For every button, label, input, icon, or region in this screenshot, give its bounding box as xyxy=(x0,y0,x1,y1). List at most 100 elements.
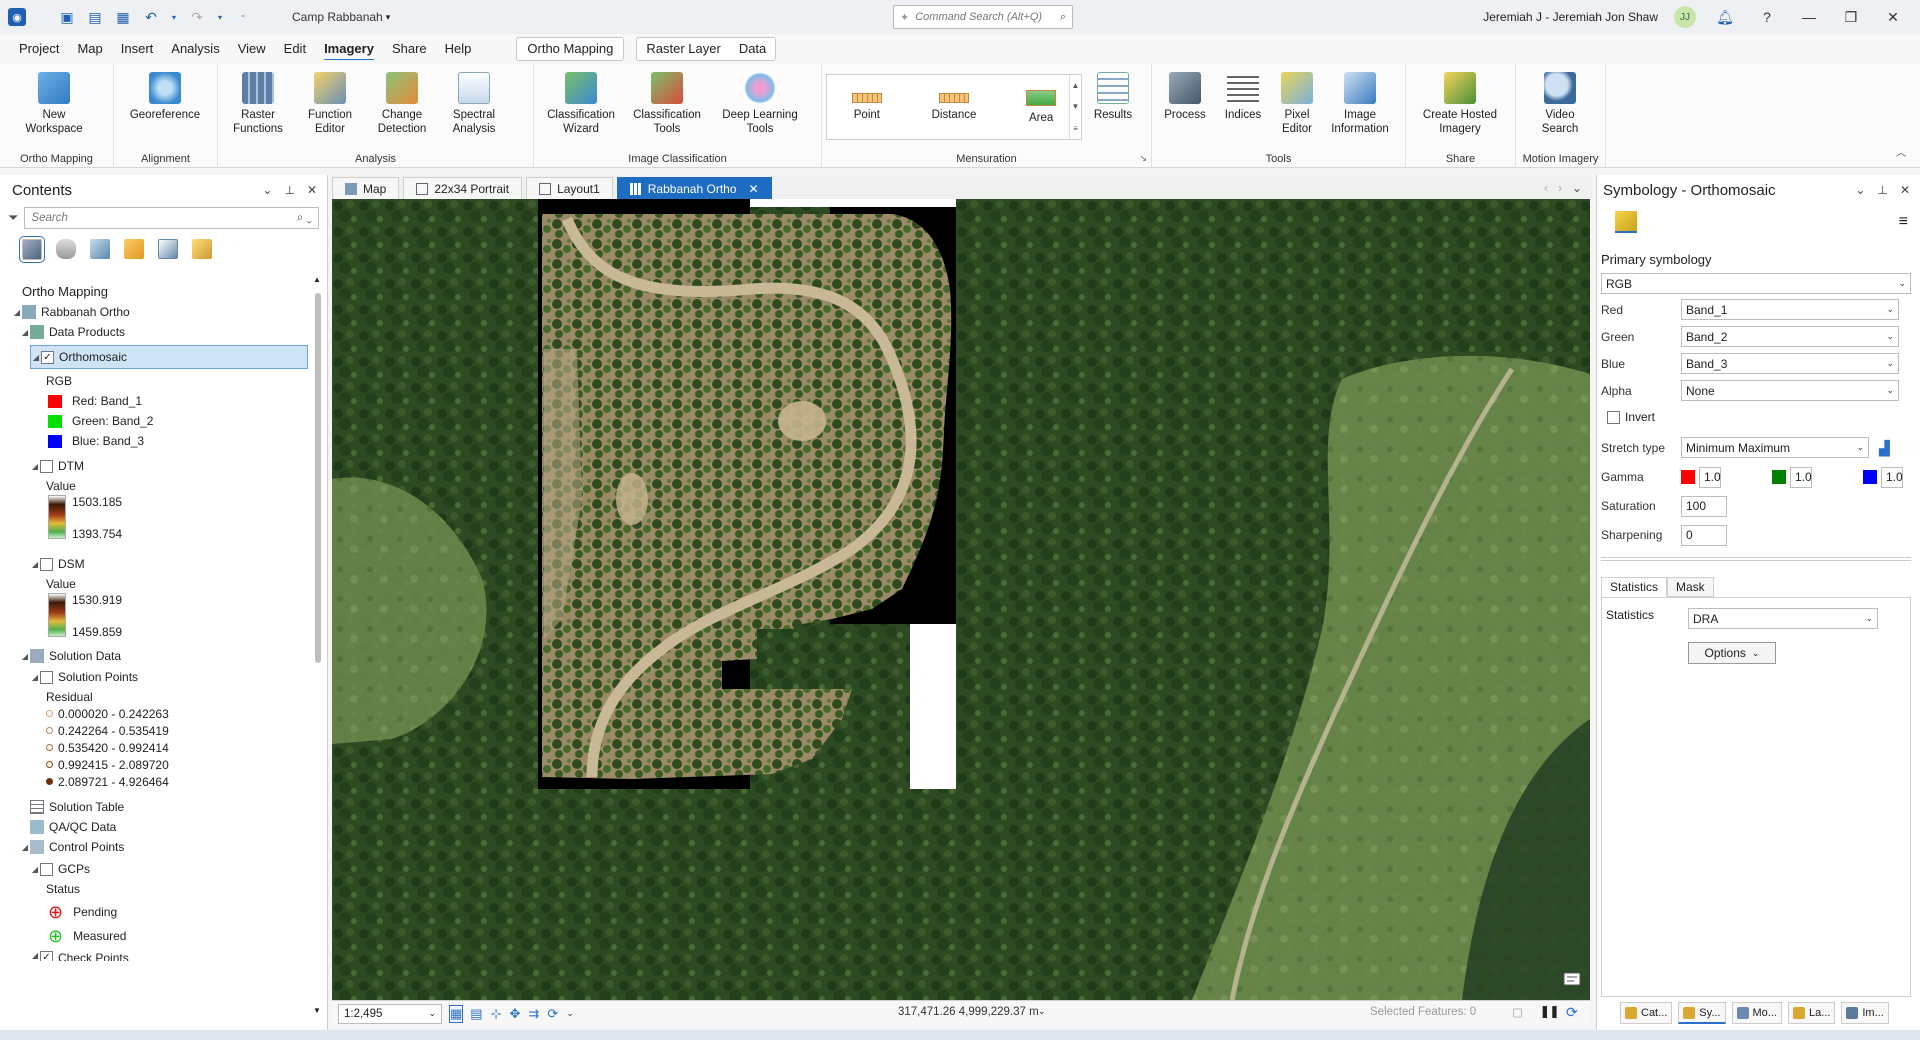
solution-points-checkbox[interactable] xyxy=(40,670,53,684)
help-icon[interactable]: ? xyxy=(1754,9,1780,25)
tab-right-icon[interactable]: › xyxy=(1558,181,1562,195)
saturation-input[interactable]: 100 xyxy=(1681,495,1727,517)
measure-area-button[interactable]: Area xyxy=(1026,90,1057,124)
primary-symbology-tab-icon[interactable] xyxy=(1615,211,1637,233)
scroll-up-icon[interactable]: ▲ xyxy=(1072,81,1080,90)
collapse-icon[interactable]: ◢ xyxy=(30,951,40,960)
tab-map[interactable]: Map xyxy=(68,34,111,64)
grid-toggle-icon[interactable]: ▦ xyxy=(448,1004,464,1023)
tree-item-qaqc[interactable]: QA/QC Data xyxy=(30,817,116,837)
collapse-icon[interactable]: ◢ xyxy=(20,843,30,852)
image-pane-tab[interactable]: Im... xyxy=(1841,1002,1889,1024)
refresh-icon[interactable]: ⟳ xyxy=(1566,1004,1578,1021)
scroll-down-icon[interactable]: ▼ xyxy=(313,1006,321,1015)
gcps-checkbox[interactable] xyxy=(40,862,53,876)
app-logo-icon[interactable]: ◉ xyxy=(8,8,26,26)
map-tips-icon[interactable] xyxy=(1563,972,1581,986)
clear-selection-icon[interactable]: ▢ xyxy=(1512,1005,1523,1019)
green-band-select[interactable]: Band_2 ⌄ xyxy=(1681,326,1899,347)
project-name[interactable]: Camp Rabbanah xyxy=(292,10,383,24)
new-project-icon[interactable]: ▣ xyxy=(58,8,76,26)
stretch-type-select[interactable]: Minimum Maximum ⌄ xyxy=(1681,437,1869,458)
refresh-rotate-icon[interactable]: ⟳ xyxy=(547,1006,558,1022)
tree-item-workspace[interactable]: ◢ Rabbanah Ortho xyxy=(12,302,130,322)
mensuration-launcher-icon[interactable]: ↘ xyxy=(1139,153,1147,164)
collapse-icon[interactable]: ◢ xyxy=(30,673,40,682)
selected-features[interactable]: Selected Features: 0 xyxy=(1370,1006,1476,1018)
pin-icon[interactable]: ⊥ xyxy=(284,183,294,197)
close-icon[interactable]: ✕ xyxy=(1880,9,1906,26)
collapse-icon[interactable]: ◢ xyxy=(12,308,22,317)
list-by-snapping-icon[interactable] xyxy=(158,239,178,259)
customize-toolbar-icon[interactable]: ⁼ xyxy=(234,8,252,26)
tree-item-control-points[interactable]: ◢ Control Points xyxy=(20,837,124,857)
tab-statistics[interactable]: Statistics xyxy=(1601,577,1668,597)
dtm-visibility-checkbox[interactable] xyxy=(40,459,53,473)
contents-search-input[interactable]: Search ⌕ ⌄ xyxy=(24,207,319,229)
measure-point-button[interactable]: Point xyxy=(851,93,882,121)
collapse-icon[interactable]: ◢ xyxy=(30,865,40,874)
scale-selector[interactable]: 1:2,495 ⌄ xyxy=(338,1003,442,1024)
scroll-down-icon[interactable]: ▼ xyxy=(1072,102,1080,111)
filter-icon[interactable]: ⏷ xyxy=(8,210,18,226)
undo-dropdown-icon[interactable]: ▾ xyxy=(170,8,178,26)
invert-checkbox[interactable] xyxy=(1607,410,1620,424)
tree-item-solution-table[interactable]: Solution Table xyxy=(30,797,124,817)
blue-band-select[interactable]: Band_3 ⌄ xyxy=(1681,353,1899,374)
scroll-up-icon[interactable]: ▲ xyxy=(313,275,321,284)
tree-item-gcps[interactable]: ◢ GCPs xyxy=(30,859,90,879)
pan-icon[interactable]: ✥ xyxy=(510,1006,521,1022)
tree-item-solution-points[interactable]: ◢ Solution Points xyxy=(30,667,138,687)
tab-view[interactable]: View xyxy=(229,34,275,64)
statistics-select[interactable]: DRA ⌄ xyxy=(1688,608,1878,629)
tab-edit[interactable]: Edit xyxy=(275,34,315,64)
list-by-selection-icon[interactable] xyxy=(90,239,110,259)
view-tab-portrait[interactable]: 22x34 Portrait xyxy=(403,177,523,199)
list-by-database-icon[interactable] xyxy=(56,239,76,259)
redo-icon[interactable]: ↷ xyxy=(188,8,206,26)
user-name[interactable]: Jeremiah J - Jeremiah Jon Shaw xyxy=(1483,10,1658,24)
alpha-band-select[interactable]: None ⌄ xyxy=(1681,380,1899,401)
minimize-icon[interactable]: — xyxy=(1796,9,1822,25)
gamma-blue-input[interactable]: 1.0 xyxy=(1881,466,1903,488)
check-points-checkbox[interactable]: ✓ xyxy=(40,951,53,961)
view-tab-layout1[interactable]: Layout1 xyxy=(526,177,613,199)
gamma-red-input[interactable]: 1.0 xyxy=(1699,466,1721,488)
gallery-scroll[interactable]: ▲ ▼ ≡ xyxy=(1069,75,1081,139)
tree-item-data-products[interactable]: ◢ Data Products xyxy=(20,322,125,342)
table-toggle-icon[interactable]: ▤ xyxy=(470,1006,482,1022)
tab-imagery[interactable]: Imagery xyxy=(315,34,383,64)
options-button[interactable]: Options ⌄ xyxy=(1688,642,1776,664)
catalog-pane-tab[interactable]: Cat... xyxy=(1620,1002,1673,1024)
tab-ortho-mapping[interactable]: Ortho Mapping xyxy=(516,37,625,61)
restore-icon[interactable]: ❐ xyxy=(1838,9,1864,26)
list-by-drawing-order-icon[interactable] xyxy=(19,235,45,263)
ribbon-collapse-icon[interactable]: ︿ xyxy=(1896,144,1906,159)
list-by-editing-icon[interactable] xyxy=(124,239,144,259)
renderer-select[interactable]: RGB ⌄ xyxy=(1601,273,1911,294)
tree-item-check-points[interactable]: ◢ ✓ Check Points xyxy=(30,951,129,961)
open-project-icon[interactable]: ▤ xyxy=(86,8,104,26)
project-chevron-icon[interactable]: ▾ xyxy=(386,12,391,23)
undo-icon[interactable]: ↶ xyxy=(142,8,160,26)
pause-drawing-icon[interactable]: ❚❚ xyxy=(1540,1004,1559,1018)
hamburger-menu-icon[interactable]: ≡ xyxy=(1899,213,1908,231)
map-view[interactable] xyxy=(332,199,1590,1000)
tab-insert[interactable]: Insert xyxy=(112,34,163,64)
list-by-labeling-icon[interactable] xyxy=(192,239,212,259)
labeling-pane-tab[interactable]: La... xyxy=(1787,1002,1836,1024)
tree-item-dtm[interactable]: ◢ DTM xyxy=(30,456,84,476)
collapse-icon[interactable]: ◢ xyxy=(20,652,30,661)
scrollbar-thumb[interactable] xyxy=(315,293,321,663)
view-tab-rabbanah-ortho[interactable]: Rabbanah Ortho ✕ xyxy=(616,177,772,199)
tab-help[interactable]: Help xyxy=(436,34,481,64)
pane-menu-chevron-icon[interactable]: ⌄ xyxy=(1855,183,1865,197)
modify-pane-tab[interactable]: Mo... xyxy=(1731,1002,1782,1024)
redo-dropdown-icon[interactable]: ▾ xyxy=(216,8,224,26)
avatar[interactable]: JJ xyxy=(1674,6,1696,28)
close-pane-icon[interactable]: ✕ xyxy=(1900,183,1910,197)
snapping-icon[interactable]: ⊹ xyxy=(491,1006,502,1022)
close-pane-icon[interactable]: ✕ xyxy=(307,183,317,197)
map-canvas[interactable] xyxy=(332,199,1590,1000)
tab-analysis[interactable]: Analysis xyxy=(162,34,228,64)
